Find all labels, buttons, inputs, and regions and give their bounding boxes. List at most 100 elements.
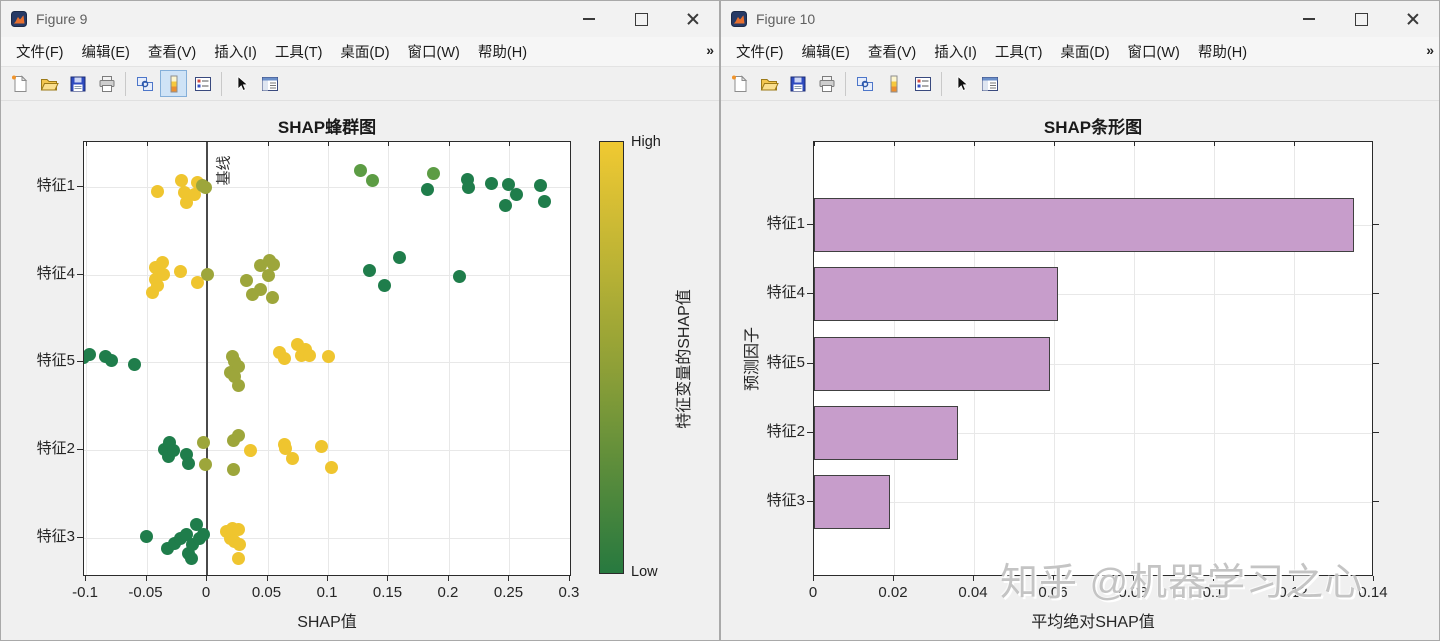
scatter-point: [156, 268, 170, 282]
menu-item-edit[interactable]: 编辑(E): [793, 41, 859, 62]
tick-mark: [1373, 431, 1379, 433]
scatter-point: [231, 523, 245, 537]
menu-item-desktop[interactable]: 桌面(D): [331, 41, 398, 62]
menu-item-tools[interactable]: 工具(T): [986, 41, 1052, 62]
menu-item-tools[interactable]: 工具(T): [266, 41, 332, 62]
tick-mark: [145, 576, 147, 581]
link-plot-button[interactable]: [851, 70, 878, 97]
scatter-point: [426, 166, 440, 180]
scatter-point: [104, 353, 118, 367]
scatter-point: [461, 180, 475, 194]
menu-item-insert[interactable]: 插入(I): [925, 41, 986, 62]
menu-overflow-icon[interactable]: »: [706, 42, 714, 58]
menu-item-window[interactable]: 窗口(W): [399, 41, 469, 62]
gridline: [388, 142, 390, 575]
print-button[interactable]: [93, 70, 120, 97]
insert-legend-button[interactable]: [189, 70, 216, 97]
baseline: [206, 142, 209, 575]
edit-plot-button[interactable]: [947, 70, 974, 97]
save-icon: [70, 76, 85, 91]
menu-item-help[interactable]: 帮助(H): [469, 41, 536, 62]
menu-item-help[interactable]: 帮助(H): [1189, 41, 1256, 62]
scatter-point: [166, 443, 180, 457]
titlebar[interactable]: Figure 10: [721, 1, 1439, 37]
gridline: [569, 142, 570, 575]
maximize-button[interactable]: [1335, 1, 1387, 37]
scatter-point: [244, 443, 258, 457]
titlebar[interactable]: Figure 9: [1, 1, 719, 37]
tick-mark: [77, 536, 83, 538]
menu-item-window[interactable]: 窗口(W): [1119, 41, 1189, 62]
close-button[interactable]: [667, 1, 719, 37]
new-figure-button[interactable]: [726, 70, 753, 97]
colorbar-axis-label: 特征变量的SHAP值: [676, 288, 694, 429]
open-file-button[interactable]: [35, 70, 62, 97]
x-axis-label: 平均绝对SHAP值: [1031, 614, 1155, 631]
toolbar-separator: [845, 71, 846, 96]
figure-window-right: Figure 10 文件(F) 编辑(E) 查看(V) 插入(I) 工具(T) 桌面(D)…: [720, 0, 1440, 641]
tick-mark: [328, 142, 329, 146]
colorbar-high-label: High: [631, 134, 661, 150]
bar-row-5: [814, 475, 890, 530]
tick-mark: [447, 576, 449, 581]
tick-mark: [893, 576, 894, 581]
print-button[interactable]: [813, 70, 840, 97]
legend-icon: [194, 76, 211, 91]
menu-item-view[interactable]: 查看(V): [859, 41, 925, 62]
y-tick-label: 特征1: [36, 177, 75, 194]
minimize-button[interactable]: [563, 1, 615, 37]
x-tick-label: 0.3: [558, 584, 580, 601]
scatter-point: [420, 182, 434, 196]
scatter-point: [173, 265, 187, 279]
colorbar: [599, 141, 624, 574]
maximize-icon: [1354, 12, 1368, 26]
tick-mark: [569, 142, 570, 146]
scatter-point: [262, 269, 276, 283]
tick-mark: [807, 362, 813, 364]
property-inspector-button[interactable]: [976, 70, 1003, 97]
x-tick-label: 0.25: [493, 584, 524, 601]
tick-mark: [814, 142, 815, 146]
edit-plot-button[interactable]: [227, 70, 254, 97]
menu-overflow-icon[interactable]: »: [1426, 42, 1434, 58]
scatter-point: [231, 552, 245, 566]
menu-item-file[interactable]: 文件(F): [7, 41, 73, 62]
insert-colorbar-button[interactable]: [160, 70, 187, 97]
open-file-button[interactable]: [755, 70, 782, 97]
minimize-icon: [1303, 18, 1315, 20]
menu-item-file[interactable]: 文件(F): [727, 41, 793, 62]
y-tick-label: 特征2: [36, 440, 75, 458]
insert-legend-button[interactable]: [909, 70, 936, 97]
menu-item-view[interactable]: 查看(V): [139, 41, 205, 62]
scatter-point: [140, 530, 154, 544]
maximize-button[interactable]: [615, 1, 667, 37]
link-plot-button[interactable]: [131, 70, 158, 97]
scatter-point: [267, 258, 281, 272]
scatter-point: [277, 351, 291, 365]
close-button[interactable]: [1387, 1, 1439, 37]
menu-item-desktop[interactable]: 桌面(D): [1051, 41, 1118, 62]
scatter-point: [150, 184, 164, 198]
menubar: 文件(F) 编辑(E) 查看(V) 插入(I) 工具(T) 桌面(D) 窗口(W) 帮助(H)…: [1, 37, 719, 67]
save-figure-button[interactable]: [64, 70, 91, 97]
tick-mark: [1373, 362, 1379, 364]
tick-mark: [86, 142, 88, 146]
tick-mark: [1214, 142, 1215, 146]
tick-mark: [77, 186, 83, 187]
tick-mark: [1054, 142, 1055, 146]
pointer-icon: [957, 75, 969, 91]
minimize-button[interactable]: [1283, 1, 1335, 37]
save-icon: [790, 76, 805, 91]
tick-mark: [1134, 142, 1135, 146]
menu-item-insert[interactable]: 插入(I): [205, 41, 266, 62]
save-figure-button[interactable]: [784, 70, 811, 97]
property-inspector-button[interactable]: [256, 70, 283, 97]
tick-mark: [813, 576, 814, 581]
insert-colorbar-button[interactable]: [880, 70, 907, 97]
scatter-point: [453, 270, 467, 284]
scatter-point: [286, 451, 300, 465]
menu-item-edit[interactable]: 编辑(E): [73, 41, 139, 62]
new-figure-button[interactable]: [6, 70, 33, 97]
tick-mark: [807, 224, 813, 225]
baseline-label: 基线: [215, 154, 233, 186]
